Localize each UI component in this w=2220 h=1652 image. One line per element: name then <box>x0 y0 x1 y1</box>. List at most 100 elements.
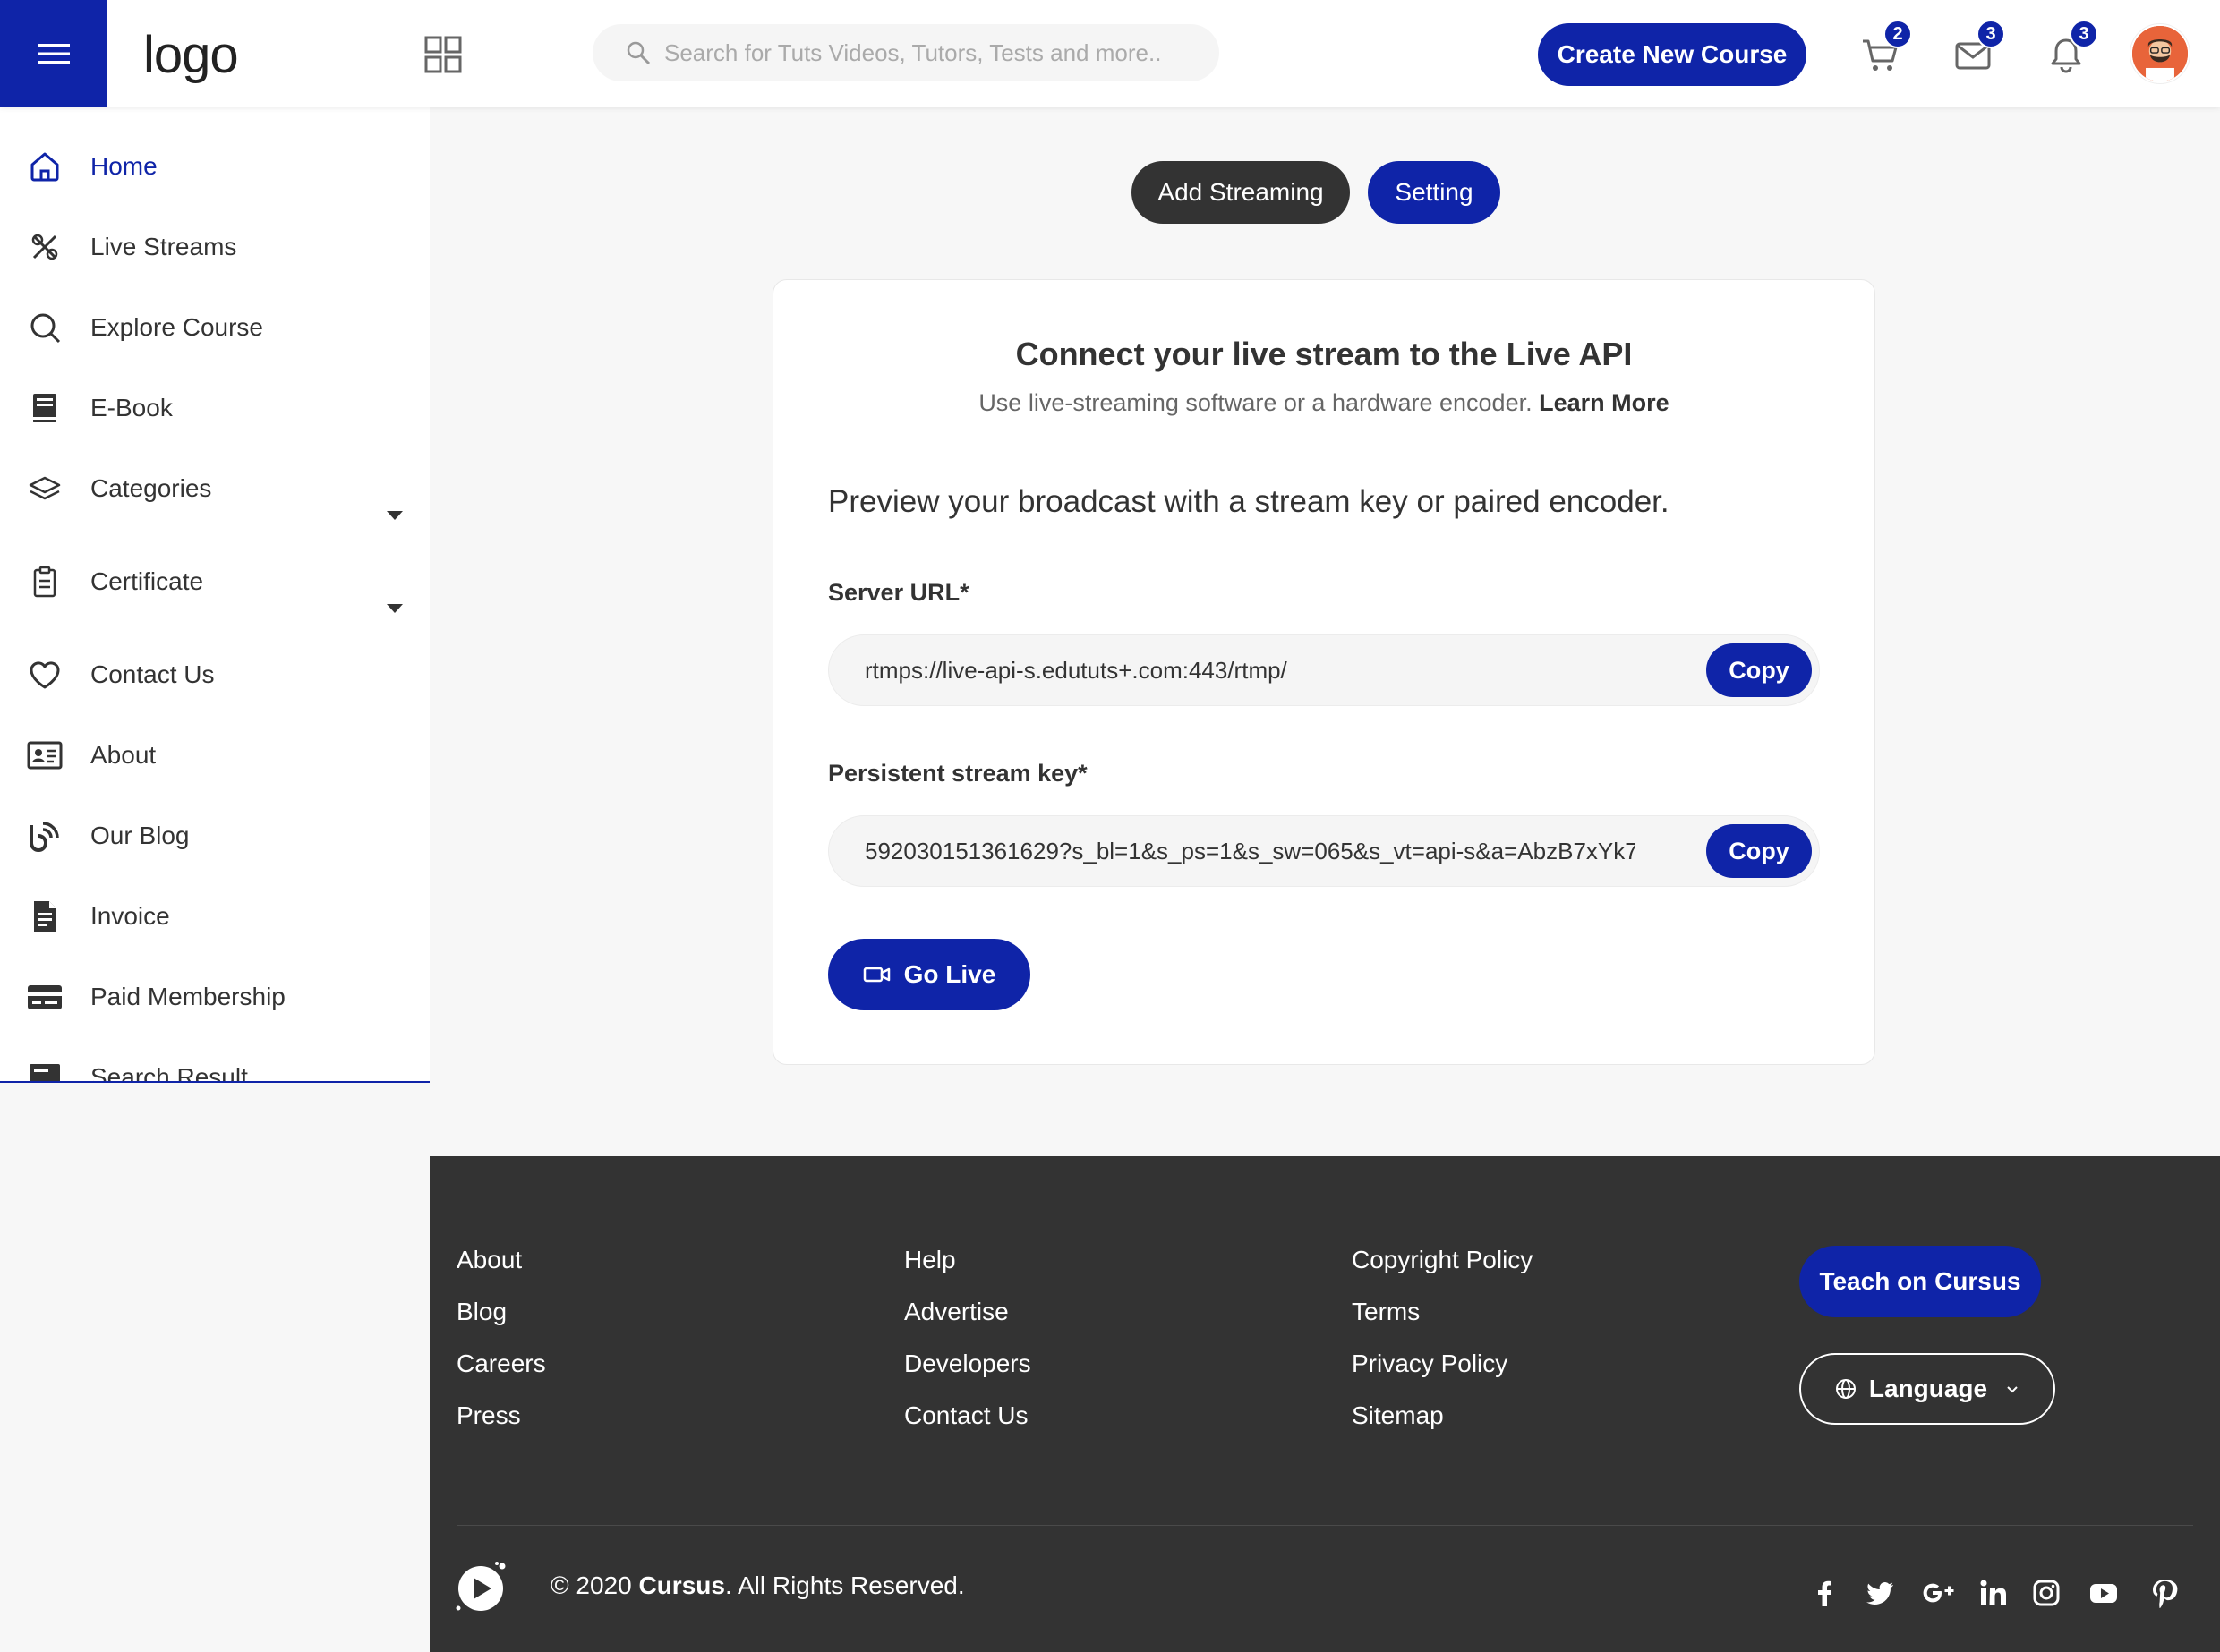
pinterest-icon[interactable] <box>2147 1575 2182 1611</box>
search-icon <box>627 41 651 65</box>
copy-server-url-button[interactable]: Copy <box>1706 643 1812 697</box>
site-logo[interactable]: logo <box>143 25 239 85</box>
stream-key-label: Persistent stream key* <box>828 760 1088 787</box>
google-plus-icon[interactable] <box>1918 1575 1960 1611</box>
invoice-icon <box>25 897 64 936</box>
messages-button[interactable]: 3 <box>1948 20 2005 81</box>
globe-icon <box>1835 1379 1856 1399</box>
video-camera-icon <box>863 967 890 983</box>
search-icon <box>25 308 64 347</box>
tab-add-streaming[interactable]: Add Streaming <box>1131 161 1350 224</box>
cursus-logo-icon[interactable] <box>455 1559 510 1614</box>
certificate-caret-icon[interactable] <box>387 604 403 613</box>
server-url-input[interactable] <box>865 635 1635 705</box>
footer-link-blog[interactable]: Blog <box>457 1298 507 1326</box>
live-api-card: Connect your live stream to the Live API… <box>773 279 1875 1065</box>
linkedin-icon[interactable] <box>1976 1575 2011 1611</box>
footer-link-copyright-policy[interactable]: Copyright Policy <box>1352 1246 1533 1274</box>
sidebar-item-home[interactable]: Home <box>0 140 430 193</box>
stream-key-field: Copy <box>828 815 1820 887</box>
credit-card-icon <box>25 977 64 1017</box>
categories-caret-icon[interactable] <box>387 511 403 520</box>
footer-link-help[interactable]: Help <box>904 1246 956 1274</box>
copyright-suffix: . All Rights Reserved. <box>724 1571 965 1599</box>
sidebar-item-search-result[interactable]: Search Result <box>0 1051 430 1083</box>
layers-icon <box>25 469 64 508</box>
footer-link-privacy-policy[interactable]: Privacy Policy <box>1352 1350 1507 1378</box>
clipboard-icon <box>25 562 64 601</box>
server-url-label: Server URL* <box>828 579 969 606</box>
cart-button[interactable]: 2 <box>1855 20 1912 81</box>
copyright-prefix: © 2020 <box>551 1571 639 1599</box>
sidebar-item-label: Live Streams <box>90 233 237 260</box>
footer-link-contact-us[interactable]: Contact Us <box>904 1401 1029 1430</box>
learn-more-link[interactable]: Learn More <box>1539 389 1669 416</box>
footer-link-developers[interactable]: Developers <box>904 1350 1031 1378</box>
sidebar-item-label: Our Blog <box>90 822 190 849</box>
copyright-brand: Cursus <box>638 1571 725 1599</box>
grid-apps-icon[interactable] <box>424 36 462 73</box>
live-streams-icon <box>25 227 64 267</box>
sidebar-item-label: Paid Membership <box>90 983 286 1010</box>
create-new-course-button[interactable]: Create New Course <box>1538 23 1806 86</box>
top-header: logo Create New Course 2 3 3 <box>0 0 2220 107</box>
sidebar-item-explore-course[interactable]: Explore Course <box>0 301 430 354</box>
user-avatar[interactable] <box>2130 24 2190 83</box>
tab-setting[interactable]: Setting <box>1368 161 1500 224</box>
youtube-icon[interactable] <box>2086 1575 2122 1611</box>
language-label: Language <box>1868 1375 1988 1402</box>
search-result-icon <box>25 1058 64 1081</box>
sidebar-item-label: Certificate <box>90 567 204 595</box>
blog-icon <box>25 816 64 856</box>
sidebar-item-live-streams[interactable]: Live Streams <box>0 220 430 274</box>
card-subtitle-text: Use live-streaming software or a hardwar… <box>978 389 1533 416</box>
home-icon <box>25 147 64 186</box>
avatar-image <box>2132 26 2188 81</box>
sidebar-item-categories[interactable]: Categories <box>0 462 430 515</box>
footer-link-advertise[interactable]: Advertise <box>904 1298 1009 1326</box>
hamburger-icon <box>38 44 70 64</box>
search-input[interactable] <box>664 38 1166 67</box>
go-live-label: Go Live <box>903 960 996 988</box>
notifications-button[interactable]: 3 <box>2041 20 2098 81</box>
sidebar-item-certificate[interactable]: Certificate <box>0 555 430 609</box>
id-card-icon <box>25 736 64 775</box>
book-icon <box>25 388 64 428</box>
sidebar-nav: Home Live Streams Explore Course E-Book … <box>0 107 430 1083</box>
footer-link-sitemap[interactable]: Sitemap <box>1352 1401 1444 1430</box>
sidebar-item-contact-us[interactable]: Contact Us <box>0 648 430 702</box>
card-subtitle: Use live-streaming software or a hardwar… <box>773 389 1874 417</box>
server-url-field: Copy <box>828 634 1820 706</box>
sidebar-item-ebook[interactable]: E-Book <box>0 381 430 435</box>
instagram-icon[interactable] <box>2028 1575 2064 1611</box>
stream-key-input[interactable] <box>865 816 1635 886</box>
footer-link-press[interactable]: Press <box>457 1401 521 1430</box>
sidebar-item-invoice[interactable]: Invoice <box>0 890 430 943</box>
messages-count-badge: 3 <box>1977 20 2005 48</box>
sidebar-item-label: About <box>90 741 157 769</box>
heart-icon <box>25 655 64 694</box>
footer-link-about[interactable]: About <box>457 1246 522 1274</box>
sidebar-item-label: Invoice <box>90 902 170 930</box>
footer-link-terms[interactable]: Terms <box>1352 1298 1420 1326</box>
sidebar-item-label: Search Result <box>90 1063 248 1083</box>
sidebar-item-our-blog[interactable]: Our Blog <box>0 809 430 863</box>
site-footer: About Blog Careers Press Help Advertise … <box>430 1156 2220 1652</box>
teach-on-cursus-button[interactable]: Teach on Cursus <box>1799 1246 2041 1317</box>
card-title: Connect your live stream to the Live API <box>1015 336 1633 372</box>
language-button[interactable]: Language <box>1799 1353 2055 1425</box>
facebook-icon[interactable] <box>1807 1575 1843 1611</box>
go-live-button[interactable]: Go Live <box>828 939 1030 1010</box>
chevron-down-icon <box>2007 1386 2018 1393</box>
sidebar-item-label: Home <box>90 152 158 180</box>
sidebar-item-paid-membership[interactable]: Paid Membership <box>0 970 430 1024</box>
twitter-icon[interactable] <box>1862 1575 1898 1611</box>
sidebar-item-label: Explore Course <box>90 313 263 341</box>
footer-link-careers[interactable]: Careers <box>457 1350 546 1378</box>
hamburger-menu-button[interactable] <box>0 0 107 107</box>
copy-stream-key-button[interactable]: Copy <box>1706 824 1812 878</box>
sidebar-item-label: E-Book <box>90 394 173 422</box>
footer-divider <box>457 1525 2193 1526</box>
cart-count-badge: 2 <box>1883 20 1912 48</box>
sidebar-item-about[interactable]: About <box>0 728 430 782</box>
